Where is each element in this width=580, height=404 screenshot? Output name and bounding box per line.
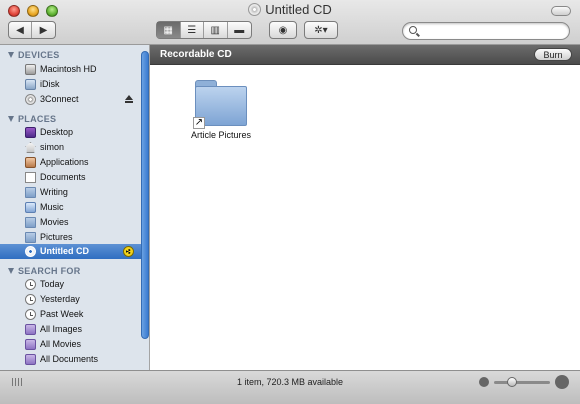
sidebar-item-all-images[interactable]: All Images <box>0 322 141 337</box>
sidebar-item-documents[interactable]: Documents <box>0 170 141 185</box>
gear-icon: ✲▾ <box>314 24 328 36</box>
action-menu-button[interactable]: ✲▾ <box>304 21 338 39</box>
sidebar-item-music[interactable]: Music <box>0 200 141 215</box>
sidebar-item-3connect[interactable]: 3Connect <box>0 92 141 107</box>
clock-icon <box>25 309 36 320</box>
view-mode-control: ▦ ☰ ▥ ▬ <box>156 21 252 39</box>
movies-icon <box>25 217 36 228</box>
cd-icon <box>25 246 36 257</box>
idisk-icon <box>25 79 36 90</box>
sidebar-group-search-for[interactable]: SEARCH FOR <box>8 266 81 276</box>
status-text: 1 item, 720.3 MB available <box>236 377 344 387</box>
sidebar-item-today[interactable]: Today <box>0 277 141 292</box>
sidebar-item-past-week[interactable]: Past Week <box>0 307 141 322</box>
sidebar-item-untitled-cd[interactable]: Untitled CD <box>0 244 141 259</box>
status-bar: 1 item, 720.3 MB available <box>0 370 580 404</box>
forward-arrow-icon: ▶ <box>39 24 48 36</box>
window-title: Untitled CD <box>0 2 580 17</box>
sidebar-item-yesterday[interactable]: Yesterday <box>0 292 141 307</box>
smart-folder-icon <box>25 354 36 365</box>
back-arrow-icon: ◀ <box>16 24 24 36</box>
clock-icon <box>25 294 36 305</box>
sidebar-item-idisk[interactable]: iDisk <box>0 77 141 92</box>
folder-article-pictures[interactable]: ↗ <box>193 77 249 131</box>
sidebar-item-simon[interactable]: simon <box>0 140 141 155</box>
file-name[interactable]: Article Pictures <box>184 130 258 140</box>
slider-knob[interactable] <box>507 377 517 387</box>
sidebar-item-all-movies[interactable]: All Movies <box>0 337 141 352</box>
icon-view-button[interactable]: ▦ <box>157 22 181 38</box>
column-view-icon: ▥ <box>210 24 220 36</box>
hard-drive-icon <box>25 64 36 75</box>
applications-icon <box>25 157 36 168</box>
disclosure-triangle-icon <box>8 52 14 58</box>
search-input[interactable] <box>421 24 565 40</box>
burn-button[interactable]: Burn <box>534 48 572 61</box>
list-view-button[interactable]: ☰ <box>181 22 204 38</box>
icon-size-slider[interactable] <box>494 381 550 384</box>
documents-icon <box>25 172 36 183</box>
pictures-icon <box>25 232 36 243</box>
column-view-button[interactable]: ▥ <box>204 22 228 38</box>
sidebar: DEVICES Macintosh HD iDisk 3Connect PLAC… <box>0 45 150 370</box>
zoom-in-icon[interactable] <box>555 375 569 389</box>
disclosure-triangle-icon <box>8 116 14 122</box>
alias-arrow-icon: ↗ <box>193 117 205 129</box>
smart-folder-icon <box>25 324 36 335</box>
icon-view-icon: ▦ <box>163 24 173 36</box>
music-icon <box>25 202 36 213</box>
sidebar-group-places[interactable]: PLACES <box>8 114 56 124</box>
sidebar-item-macintosh-hd[interactable]: Macintosh HD <box>0 62 141 77</box>
home-icon <box>25 142 36 153</box>
finder-window: Untitled CD ◀ ▶ ▦ ☰ ▥ ▬ ◉ ✲▾ DEVICES Mac… <box>0 0 580 404</box>
burn-icon[interactable] <box>123 246 134 257</box>
desktop-icon <box>25 127 36 138</box>
window-title-text: Untitled CD <box>265 2 332 17</box>
back-button[interactable]: ◀ <box>9 22 33 38</box>
sidebar-item-all-documents[interactable]: All Documents <box>0 352 141 367</box>
search-icon <box>409 26 417 34</box>
sidebar-item-movies[interactable]: Movies <box>0 215 141 230</box>
sidebar-item-writing[interactable]: Writing <box>0 185 141 200</box>
disc-icon <box>25 94 36 105</box>
eye-icon: ◉ <box>278 24 288 36</box>
path-title: Recordable CD <box>160 49 232 60</box>
smart-folder-icon <box>25 339 36 350</box>
list-view-icon: ☰ <box>187 24 197 36</box>
folder-icon <box>25 187 36 198</box>
sidebar-item-pictures[interactable]: Pictures <box>0 230 141 245</box>
forward-button[interactable]: ▶ <box>32 22 55 38</box>
disclosure-triangle-icon <box>8 268 14 274</box>
back-forward-control: ◀ ▶ <box>8 21 56 39</box>
eject-icon[interactable] <box>125 95 133 104</box>
sidebar-scrollbar[interactable] <box>141 51 149 339</box>
sidebar-group-devices[interactable]: DEVICES <box>8 50 60 60</box>
zoom-out-icon[interactable] <box>479 377 489 387</box>
coverflow-view-icon: ▬ <box>234 24 245 36</box>
toolbar-toggle-button[interactable] <box>551 6 571 16</box>
clock-icon <box>25 279 36 290</box>
sidebar-item-applications[interactable]: Applications <box>0 155 141 170</box>
sidebar-item-desktop[interactable]: Desktop <box>0 125 141 140</box>
cd-icon <box>248 3 262 16</box>
toolbar: Untitled CD ◀ ▶ ▦ ☰ ▥ ▬ ◉ ✲▾ <box>0 0 580 45</box>
path-bar: Recordable CD Burn <box>150 45 580 65</box>
file-browser: ↗ Article Pictures <box>150 65 580 370</box>
quick-look-button[interactable]: ◉ <box>269 21 297 39</box>
search-field[interactable] <box>402 22 570 40</box>
coverflow-view-button[interactable]: ▬ <box>228 22 251 38</box>
